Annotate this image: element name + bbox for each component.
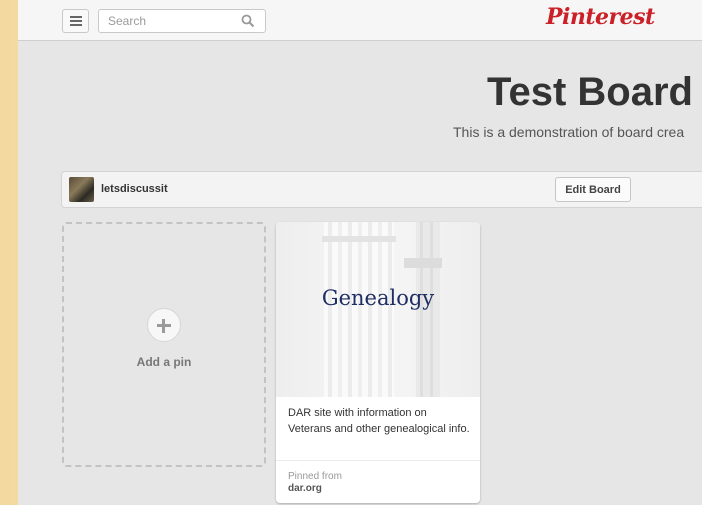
menu-icon-line: [70, 20, 82, 22]
top-navigation-bar: Pinterest: [18, 0, 702, 41]
avatar[interactable]: [69, 177, 94, 202]
pin-card[interactable]: Genealogy DAR site with information on V…: [276, 222, 480, 503]
pin-image-caption: Genealogy: [321, 286, 435, 310]
add-pin-label[interactable]: Add a pin: [64, 355, 264, 369]
board-owner-bar: letsdiscussit Edit Board: [61, 171, 702, 208]
pinterest-board-page: Pinterest Test Board This is a demonstra…: [18, 0, 702, 505]
board-owner-name[interactable]: letsdiscussit: [101, 183, 168, 195]
pin-source-link[interactable]: dar.org: [288, 483, 322, 494]
add-pin-tile[interactable]: Add a pin: [62, 222, 266, 467]
menu-icon-line: [70, 16, 82, 18]
pin-image[interactable]: Genealogy: [276, 222, 480, 397]
plus-icon[interactable]: [147, 308, 181, 342]
search-icon[interactable]: [241, 14, 255, 33]
divider: [276, 460, 480, 461]
menu-button[interactable]: [62, 9, 89, 33]
board-description: This is a demonstration of board crea: [453, 124, 685, 140]
board-title: Test Board: [487, 70, 693, 114]
edit-board-button[interactable]: Edit Board: [555, 177, 631, 202]
menu-icon-line: [70, 24, 82, 26]
pinterest-logo[interactable]: Pinterest: [546, 4, 655, 30]
search-field[interactable]: [98, 9, 266, 33]
search-input[interactable]: [99, 10, 228, 32]
pinned-from-label: Pinned from: [288, 471, 342, 482]
pin-description: DAR site with information on Veterans an…: [288, 407, 470, 435]
